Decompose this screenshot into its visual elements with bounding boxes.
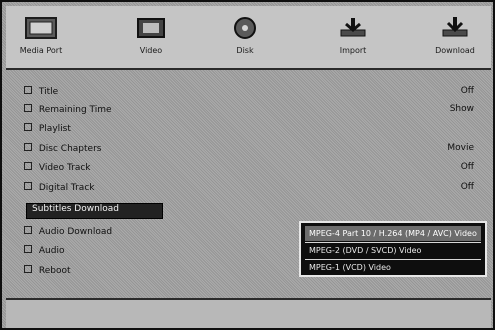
menu-item-label: Remaining Time [38,105,112,115]
bullet-icon [24,143,32,151]
screen: Media Port Video Disk Import Download Ti… [0,0,495,330]
menu-item-value: Off [460,162,474,172]
bullet-icon [24,226,32,234]
bullet-icon [24,182,32,190]
menu-item-label: Digital Track [38,183,95,193]
menu-item-playlist[interactable]: Playlist [24,123,71,137]
codec-option-label: MPEG-1 (VCD) Video [309,263,391,272]
disk-icon [228,16,262,40]
toolbar-label-disk: Disk [236,46,254,55]
download-icon [438,16,472,40]
toolbar-item-import[interactable]: Import [320,10,386,66]
menu-item-label: Subtitles Download [32,204,120,214]
menu-item-label: Title [38,87,59,97]
toolbar-label-video: Video [139,46,163,55]
menu-item-audio-download[interactable]: Audio Download [24,226,112,240]
menu-item-reboot[interactable]: Reboot [24,265,71,279]
menu-item-value: Off [460,86,474,96]
codec-option-label: MPEG-4 Part 10 / H.264 (MP4 / AVC) Video [309,229,477,238]
toolbar-item-download[interactable]: Download [422,10,488,66]
codec-option-mpeg2[interactable]: MPEG-2 (DVD / SVCD) Video [305,243,481,258]
toolbar-item-video[interactable]: Video [118,10,184,66]
bullet-icon [24,86,32,94]
toolbar-label-media-port: Media Port [19,46,63,55]
menu-item-audio[interactable]: Audio [24,245,64,259]
toolbar: Media Port Video Disk Import Download [6,6,491,70]
bottom-bar [6,298,491,328]
toolbar-item-disk[interactable]: Disk [212,10,278,66]
menu-item-label: Audio [38,246,65,256]
toolbar-label-import: Import [339,46,367,55]
bullet-icon [24,162,32,170]
import-icon [336,16,370,40]
toolbar-item-media-port[interactable]: Media Port [8,10,74,66]
codec-popup: MPEG-4 Part 10 / H.264 (MP4 / AVC) Video… [299,221,487,277]
menu-item-title[interactable]: Title Off [24,86,474,100]
codec-option-h264[interactable]: MPEG-4 Part 10 / H.264 (MP4 / AVC) Video [305,226,481,241]
menu-item-label: Disc Chapters [38,144,102,154]
menu-item-digital-track[interactable]: Digital Track Off [24,182,474,196]
codec-option-label: MPEG-2 (DVD / SVCD) Video [309,246,422,255]
menu-item-label: Video Track [38,163,91,173]
menu-item-value: Show [449,104,474,114]
menu-item-label: Reboot [38,266,71,276]
menu-item-subtitles-download[interactable]: Subtitles Download [32,204,119,218]
media-port-icon [24,16,58,40]
bullet-icon [24,265,32,273]
menu-item-label: Audio Download [38,227,113,237]
bullet-icon [24,245,32,253]
bullet-icon [24,123,32,131]
bullet-icon [24,104,32,112]
video-icon [134,16,168,40]
menu-item-value: Off [460,182,474,192]
menu-item-value: Movie [447,143,474,153]
menu-item-video-track[interactable]: Video Track Off [24,162,474,176]
menu-item-remaining-time[interactable]: Remaining Time Show [24,104,474,118]
codec-option-mpeg1[interactable]: MPEG-1 (VCD) Video [305,260,481,275]
toolbar-label-download: Download [435,46,475,55]
menu-item-label: Playlist [38,124,71,134]
menu-item-disc-chapters[interactable]: Disc Chapters Movie [24,143,474,157]
